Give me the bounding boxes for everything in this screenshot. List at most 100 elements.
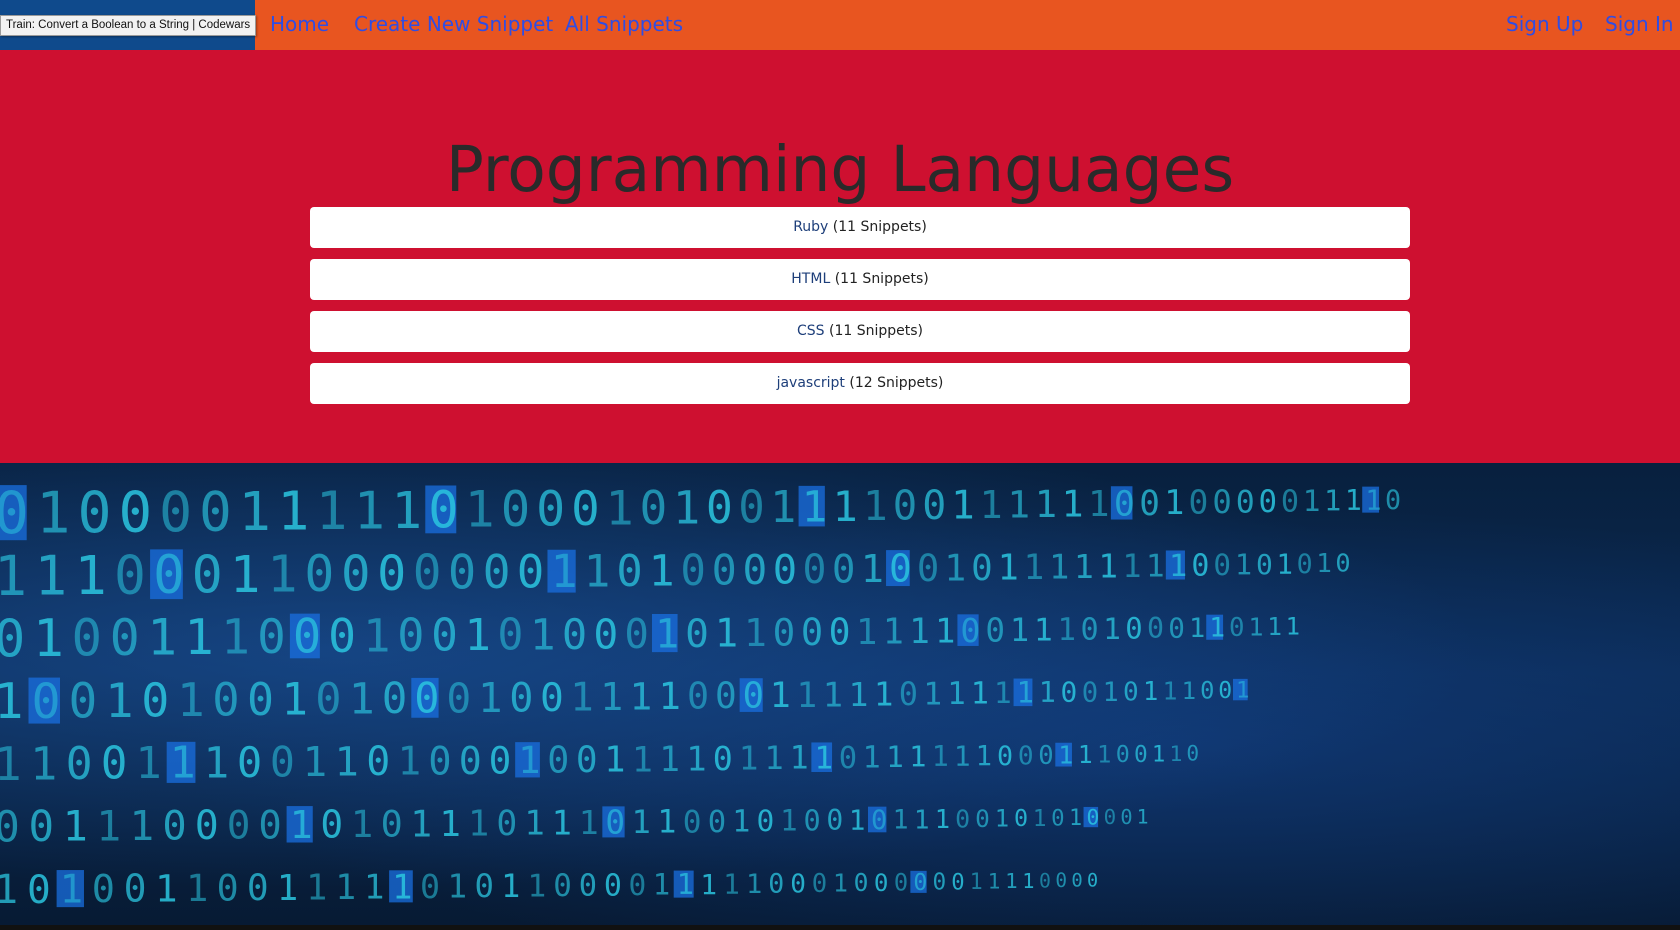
binary-digit: 0 — [381, 803, 403, 846]
binary-digit: 1 — [1324, 483, 1341, 517]
binary-digit: 0 — [874, 869, 889, 897]
binary-digit: 1 — [1049, 547, 1069, 586]
binary-digit: 1 — [1267, 612, 1282, 641]
language-item-javascript: javascript (12 Snippets) — [310, 363, 1410, 404]
binary-digit: 0 — [871, 805, 887, 836]
binary-digit: 0 — [593, 610, 618, 658]
nav-sign-up-link[interactable]: Sign Up — [1506, 10, 1583, 38]
binary-digit: 0 — [1081, 613, 1099, 648]
binary-digit: 0 — [1114, 483, 1135, 524]
binary-digit: 0 — [258, 803, 281, 848]
binary-digit: 0 — [971, 548, 993, 589]
binary-digit: 1 — [1152, 741, 1165, 767]
binary-digit: 0 — [889, 547, 912, 591]
binary-digit: 1 — [832, 482, 857, 531]
binary-digit: 1 — [184, 609, 213, 666]
nav-sign-in-link[interactable]: Sign In — [1605, 10, 1674, 38]
binary-digit: 0 — [639, 481, 667, 535]
binary-digit: 0 — [32, 674, 61, 730]
binary-digit: 0 — [708, 805, 726, 840]
language-link-html[interactable]: HTML — [791, 271, 830, 287]
binary-digit: 0 — [812, 869, 827, 899]
binary-digit: 0 — [790, 869, 806, 899]
binary-digit: 0 — [576, 739, 598, 781]
binary-digit: 0 — [1212, 483, 1231, 521]
binary-digit: 1 — [998, 547, 1019, 588]
binary-digit: 0 — [579, 869, 597, 904]
nav-home-link[interactable]: Home — [270, 10, 329, 38]
binary-digit: 0 — [92, 867, 115, 912]
binary-digit: 0 — [894, 868, 908, 896]
language-link-javascript[interactable]: javascript — [777, 375, 845, 391]
binary-digit: 0 — [1038, 741, 1053, 771]
binary-digit: 1 — [1017, 676, 1034, 710]
binary-digit: 1 — [1146, 548, 1165, 584]
binary-digit: 1 — [1286, 613, 1300, 641]
binary-digit: 1 — [849, 675, 869, 714]
binary-digit: 0 — [489, 738, 512, 782]
binary-digit: 1 — [1039, 676, 1056, 709]
binary-digit: 0 — [1147, 612, 1164, 645]
binary-digit: 1 — [1169, 742, 1182, 767]
binary-digit: 1 — [410, 802, 432, 845]
binary-digit: 0 — [195, 803, 219, 849]
binary-digit: 1 — [909, 612, 930, 652]
binary-digit: 0 — [0, 479, 29, 547]
binary-digit: 0 — [162, 802, 186, 850]
binary-digit: 1 — [630, 675, 653, 719]
binary-digit: 1 — [988, 870, 1001, 895]
binary-digit: 0 — [829, 610, 851, 653]
binary-digit: 0 — [428, 480, 458, 539]
binary-digit: 1 — [36, 480, 71, 547]
binary-digit: 1 — [649, 547, 675, 597]
binary-digit: 0 — [756, 804, 774, 838]
binary-digit: 0 — [1055, 869, 1067, 892]
nav-all-snippets-link[interactable]: All Snippets — [565, 10, 683, 38]
binary-digit: 0 — [114, 544, 146, 606]
binary-digit: 0 — [420, 867, 440, 906]
binary-digit: 1 — [923, 676, 942, 712]
binary-digit: 1 — [659, 740, 680, 780]
binary-digit: 1 — [797, 676, 818, 716]
binary-digit: 1 — [861, 547, 884, 592]
binary-digit: 1 — [802, 482, 828, 532]
binary-digit: 1 — [1316, 549, 1332, 579]
binary-digit: 0 — [1116, 740, 1130, 768]
binary-digit: 1 — [96, 802, 121, 850]
binary-digit: 1 — [302, 738, 327, 786]
binary-digit: 1 — [1277, 549, 1293, 580]
language-link-css[interactable]: CSS — [797, 323, 825, 339]
hero-section: Programming Languages Ruby (11 Snippets)… — [0, 50, 1680, 463]
binary-digit: 0 — [1218, 678, 1232, 704]
binary-digit: 1 — [570, 675, 593, 720]
binary-digit: 0 — [72, 609, 103, 668]
binary-digit: 1 — [951, 484, 975, 529]
binary-digit: 1 — [746, 869, 762, 900]
binary-digit: 1 — [33, 609, 64, 669]
binary-digit: 1 — [447, 868, 467, 906]
binary-digit: 1 — [335, 738, 359, 786]
nav-create-snippet-link[interactable]: Create New Snippet — [354, 10, 553, 38]
binary-digit: 1 — [316, 481, 348, 542]
binary-digit: 0 — [1123, 677, 1139, 707]
binary-digit: 1 — [518, 739, 540, 782]
binary-digit: 0 — [1014, 804, 1028, 832]
binary-digit: 1 — [849, 804, 866, 836]
binary-digit: 0 — [933, 870, 947, 896]
binary-digit: 1 — [397, 739, 421, 785]
binary-digit: 0 — [803, 547, 827, 593]
binary-digit: 1 — [155, 866, 178, 910]
binary-digit: 1 — [1182, 676, 1197, 705]
binary-digit: 1 — [0, 544, 27, 608]
binary-digit: 0 — [616, 546, 642, 597]
binary-code-background-image: 0100001111101000101001111001111110010000… — [0, 463, 1680, 930]
language-count: (11 Snippets) — [830, 271, 929, 287]
binary-digit: 0 — [773, 610, 796, 654]
binary-digit: 0 — [1087, 870, 1098, 891]
binary-digit: 1 — [363, 610, 391, 663]
language-link-ruby[interactable]: Ruby — [793, 219, 828, 235]
binary-digit: 1 — [170, 739, 196, 789]
binary-digit: 0 — [562, 610, 587, 659]
binary-digit: 0 — [517, 546, 545, 599]
binary-digit: 0 — [1139, 484, 1160, 524]
